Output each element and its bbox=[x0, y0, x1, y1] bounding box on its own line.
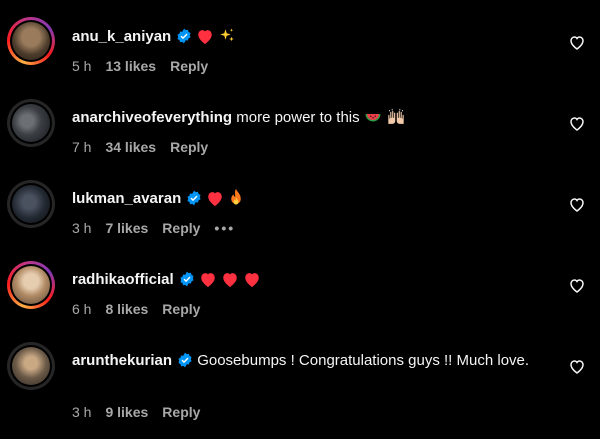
comment-likes[interactable]: 9 likes bbox=[105, 404, 148, 420]
avatar[interactable] bbox=[7, 99, 55, 147]
comment-time: 7 h bbox=[72, 139, 92, 155]
heart-emoji-icon bbox=[199, 271, 217, 295]
heart-emoji-icon bbox=[243, 271, 261, 295]
reply-button[interactable]: Reply bbox=[162, 220, 200, 236]
avatar[interactable] bbox=[7, 17, 55, 65]
more-options-button[interactable]: ••• bbox=[214, 220, 235, 236]
raising-hands-emoji-icon bbox=[386, 108, 406, 133]
verified-badge-icon bbox=[180, 271, 194, 287]
avatar[interactable] bbox=[7, 180, 55, 228]
like-heart-icon[interactable] bbox=[568, 277, 586, 295]
verified-badge-icon bbox=[177, 28, 191, 44]
comment-username[interactable]: lukman_avaran bbox=[72, 190, 181, 207]
heart-emoji-icon bbox=[206, 190, 224, 214]
like-heart-icon[interactable] bbox=[568, 115, 586, 133]
sparkles-emoji-icon bbox=[218, 27, 236, 52]
heart-emoji-icon bbox=[196, 28, 214, 52]
reply-button[interactable]: Reply bbox=[162, 404, 200, 420]
comment-time: 5 h bbox=[72, 58, 92, 74]
reply-button[interactable]: Reply bbox=[162, 301, 200, 317]
comment-username[interactable]: anarchiveofeverything bbox=[72, 109, 232, 126]
reply-button[interactable]: Reply bbox=[170, 58, 208, 74]
reply-button[interactable]: Reply bbox=[170, 139, 208, 155]
comment-likes[interactable]: 8 likes bbox=[105, 301, 148, 317]
like-heart-icon[interactable] bbox=[568, 196, 586, 214]
comment-username[interactable]: anu_k_aniyan bbox=[72, 28, 171, 45]
like-heart-icon[interactable] bbox=[568, 358, 586, 376]
verified-badge-icon bbox=[187, 190, 201, 206]
like-heart-icon[interactable] bbox=[568, 34, 586, 52]
comment-username[interactable]: arunthekurian bbox=[72, 352, 172, 369]
comment-likes[interactable]: 13 likes bbox=[105, 58, 156, 74]
comment-likes[interactable]: 7 likes bbox=[105, 220, 148, 236]
comment-time: 3 h bbox=[72, 404, 92, 420]
fire-emoji-icon bbox=[228, 188, 244, 214]
comment-likes[interactable]: 34 likes bbox=[105, 139, 156, 155]
comment-time: 6 h bbox=[72, 301, 92, 317]
comment-text: more power to this bbox=[236, 109, 360, 126]
avatar[interactable] bbox=[7, 342, 55, 390]
heart-emoji-icon bbox=[221, 271, 239, 295]
comment-time: 3 h bbox=[72, 220, 92, 236]
verified-badge-icon bbox=[178, 352, 192, 368]
comment-text: Goosebumps ! Congratulations guys !! Muc… bbox=[197, 352, 530, 369]
watermelon-emoji-icon bbox=[364, 108, 382, 133]
comment-username[interactable]: radhikaofficial bbox=[72, 271, 174, 288]
avatar[interactable] bbox=[7, 261, 55, 309]
